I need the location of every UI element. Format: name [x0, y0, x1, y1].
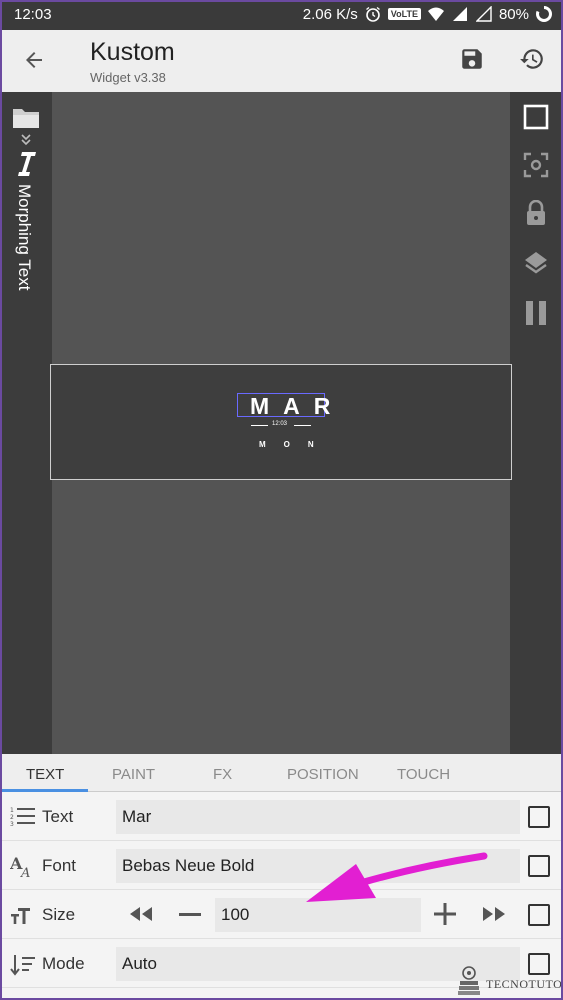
- left-rail: Morphing Text: [0, 92, 52, 754]
- font-icon: AA: [9, 854, 36, 881]
- back-button[interactable]: [18, 44, 50, 76]
- status-icons: 2.06 K/s VoLTE 80%: [303, 5, 553, 23]
- history-button[interactable]: [516, 43, 548, 75]
- rewind-icon: [130, 907, 152, 921]
- widget-preview[interactable]: MAR 12:03 MON: [50, 364, 512, 480]
- text-italic-icon: [15, 150, 39, 178]
- tab-touch[interactable]: TOUCH: [397, 766, 450, 783]
- history-icon: [520, 49, 543, 69]
- lock-icon: [527, 200, 545, 225]
- annotation-arrow: [306, 852, 488, 902]
- tab-text[interactable]: TEXT: [26, 766, 64, 783]
- font-checkbox[interactable]: [528, 855, 550, 877]
- svg-text:2: 2: [10, 814, 14, 821]
- volte-badge: VoLTE: [387, 8, 421, 20]
- divider-left: [251, 425, 268, 426]
- text-checkbox[interactable]: [528, 806, 550, 828]
- arrow-left-icon: [26, 52, 42, 68]
- net-speed: 2.06 K/s: [302, 5, 358, 23]
- app-subtitle: Widget v3.38: [90, 70, 166, 85]
- tab-bar: TEXT PAINT FX POSITION TOUCH: [0, 754, 563, 792]
- layers-icon: [525, 252, 547, 274]
- font-label: Font: [42, 856, 77, 875]
- wifi-icon: [427, 5, 445, 23]
- save-button[interactable]: [456, 43, 488, 75]
- size-fast-decrease-button[interactable]: [125, 900, 157, 928]
- watermark-text: TECNOTUTO: [486, 977, 563, 991]
- right-rail: [510, 92, 563, 754]
- divider-right: [294, 425, 311, 426]
- save-icon: [462, 49, 482, 69]
- widget-day-text: MON: [259, 440, 332, 449]
- widget-time-row: 12:03: [251, 421, 311, 431]
- tab-paint[interactable]: PAINT: [112, 766, 155, 783]
- svg-text:1: 1: [10, 807, 14, 814]
- widget-month-text[interactable]: MAR: [237, 393, 330, 418]
- focus-button[interactable]: [521, 150, 551, 180]
- mode-label: Mode: [42, 954, 85, 973]
- size-label: Size: [42, 905, 76, 924]
- folder-icon[interactable]: [12, 106, 40, 130]
- pause-button[interactable]: [521, 298, 551, 328]
- widget-time: 12:03: [272, 421, 288, 427]
- center-focus-icon: [523, 152, 549, 178]
- text-size-icon: [10, 904, 36, 926]
- size-checkbox[interactable]: [528, 904, 550, 926]
- layers-button[interactable]: [521, 248, 551, 278]
- size-decrease-button[interactable]: [174, 900, 206, 928]
- layer-name-label: Morphing Text: [15, 184, 34, 291]
- frame-toggle-button[interactable]: [521, 102, 551, 132]
- chevron-double-down-icon[interactable]: [18, 132, 34, 148]
- text-label: Text: [42, 807, 74, 826]
- lock-button[interactable]: [521, 198, 551, 228]
- battery-percent: 80%: [498, 5, 529, 23]
- svg-text:3: 3: [10, 821, 14, 828]
- tab-fx[interactable]: FX: [213, 766, 232, 783]
- status-bar: 12:03 2.06 K/s VoLTE 80%: [0, 0, 563, 30]
- status-time: 12:03: [14, 6, 52, 23]
- numbered-list-icon: 123: [10, 806, 36, 828]
- minus-icon: [179, 913, 201, 916]
- svg-text:A: A: [20, 866, 30, 879]
- tecnotuto-logo-icon: [458, 966, 480, 995]
- watermark: TECNOTUTO: [452, 964, 563, 998]
- tab-position[interactable]: POSITION: [287, 766, 359, 783]
- app-bar: Kustom Widget v3.38: [0, 30, 563, 92]
- editor-area: Morphing Text MAR 12:03 MON: [0, 92, 563, 754]
- alarm-icon: [364, 5, 382, 23]
- sort-mode-icon: [10, 953, 36, 976]
- pause-icon: [526, 301, 546, 325]
- app-title: Kustom: [90, 38, 175, 66]
- square-outline-icon: [523, 104, 549, 130]
- text-value-field[interactable]: Mar: [116, 800, 520, 834]
- property-row-text: 123 Text Mar: [0, 792, 563, 841]
- signal-empty-icon: [475, 5, 493, 23]
- battery-ring-icon: [535, 5, 553, 23]
- signal-full-icon: [451, 5, 469, 23]
